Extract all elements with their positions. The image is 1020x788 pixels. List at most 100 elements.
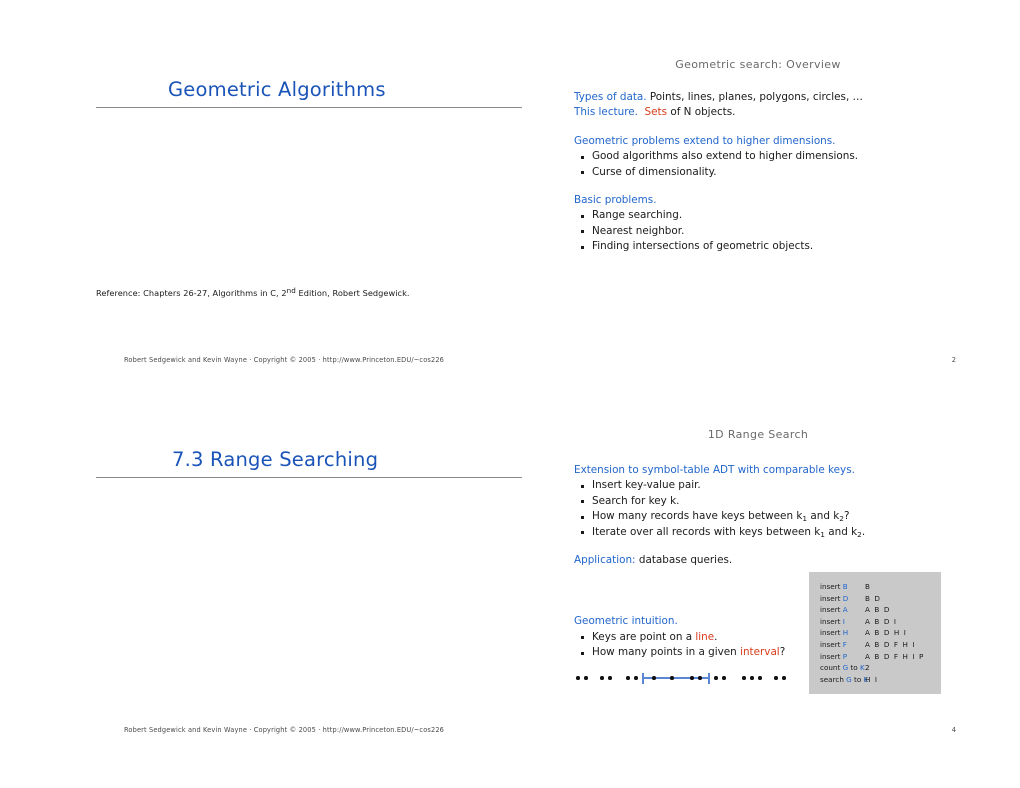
bullet-text: ? (779, 646, 786, 659)
point-outside-interval (774, 676, 778, 680)
types-of-data-line: Types of data. Points, lines, planes, po… (574, 90, 1004, 105)
trace-operation: insert F (809, 639, 865, 651)
point-inside-interval (670, 676, 674, 680)
title-divider (96, 107, 522, 108)
higher-dimensions-bullets: Good algorithms also extend to higher di… (574, 149, 1004, 180)
types-of-data-label: Types of data. (574, 91, 647, 103)
trace-op-key: I (842, 616, 845, 626)
trace-result: B D (865, 593, 882, 603)
table-row: insert I A B D I (809, 616, 941, 628)
point-outside-interval (600, 676, 604, 680)
bullet-text: ? (843, 510, 850, 523)
point-outside-interval (626, 676, 630, 680)
trace-op-key2: K (859, 663, 865, 673)
this-lecture-line: This lecture. Sets of N objects. (574, 105, 1004, 120)
table-row: insert F A B D F H I (809, 639, 941, 651)
page-title: 7.3 Range Searching (172, 448, 379, 471)
slide1-header: Geometric search: Overview (675, 58, 841, 71)
table-row: count G to K 2 (809, 662, 941, 674)
table-row: search G to K H I (809, 674, 941, 686)
point-outside-interval (742, 676, 746, 680)
slide1-page-number: 2 (951, 356, 956, 364)
trace-op-name: count (820, 663, 843, 673)
interval-accent: interval (740, 646, 780, 659)
bullet-text: and k (807, 510, 840, 523)
slide1-left-pane: Geometric Algorithms Reference: Chapters… (56, 30, 522, 374)
extension-adt-heading: Extension to symbol-table ADT with compa… (574, 464, 855, 476)
reference-text-before: Chapters 26-27, Algorithms in C, 2 (140, 288, 287, 298)
point-inside-interval (698, 676, 702, 680)
interval-end-tick (708, 672, 710, 684)
trace-op-name: insert (820, 628, 843, 638)
trace-op-key: H (842, 628, 849, 638)
slide2-title-block: 7.3 Range Searching (96, 448, 522, 478)
trace-operation: insert I (809, 616, 865, 628)
table-row: insert A A B D (809, 604, 941, 616)
bullet-text: . (714, 630, 718, 643)
point-outside-interval (608, 676, 612, 680)
trace-operation: count G to K (809, 662, 865, 674)
list-item: Search for key k. (574, 494, 1004, 509)
subscript: 1 (820, 529, 825, 539)
higher-dimensions-heading: Geometric problems extend to higher dime… (574, 134, 836, 147)
list-item: Range searching. (574, 208, 1004, 223)
handout-page: Geometric Algorithms Reference: Chapters… (0, 0, 1020, 788)
basic-problems-bullets: Range searching. Nearest neighbor. Findi… (574, 208, 1004, 254)
table-row: insert P A B D F H I P (809, 651, 941, 663)
types-of-data-text: Points, lines, planes, polygons, circles… (646, 91, 863, 103)
trace-op-name: insert (820, 605, 843, 615)
trace-op-mid: to (848, 663, 860, 673)
trace-operation: insert P (809, 651, 865, 663)
reference-text-after: Edition, Robert Sedgewick. (295, 288, 410, 298)
trace-operation: insert B (809, 581, 865, 593)
interval-start-tick (642, 672, 644, 684)
list-item: Insert key-value pair. (574, 478, 1004, 493)
trace-op-key: B (842, 582, 848, 591)
slide2-right-pane: 1D Range Search Extension to symbol-tabl… (512, 400, 1004, 744)
point-inside-interval (690, 676, 694, 680)
trace-result: A B D F H I (865, 639, 916, 649)
application-label: Application: (574, 554, 636, 567)
trace-op-key: D (842, 593, 849, 603)
slide2-header: 1D Range Search (707, 428, 809, 441)
trace-result: A B D F H I P (865, 651, 925, 661)
trace-operation: search G to K (809, 674, 868, 686)
page-title: Geometric Algorithms (168, 78, 386, 101)
point-outside-interval (576, 676, 580, 680)
subscript: 2 (839, 514, 844, 524)
trace-operation: insert D (809, 593, 865, 605)
subscript: 1 (802, 514, 808, 524)
point-outside-interval (782, 676, 786, 680)
trace-operation: insert H (809, 627, 865, 639)
this-lecture-label: This lecture. (574, 106, 638, 119)
reference-label: Reference: (96, 288, 141, 298)
trace-op-key: P (842, 651, 848, 661)
trace-op-name: insert (820, 593, 843, 603)
slide-range-searching: 7.3 Range Searching Robert Sedgewick and… (0, 400, 1020, 744)
trace-result: 2 (865, 663, 871, 673)
trace-op-name: insert (820, 582, 843, 591)
bullet-text: and k (824, 525, 858, 538)
trace-op-name: search (820, 674, 847, 684)
point-outside-interval (584, 676, 588, 680)
trace-result: A B D H I (865, 628, 907, 638)
line-accent: line (695, 630, 715, 643)
slide2-page-number: 4 (951, 726, 956, 734)
reference-superscript: nd (286, 285, 296, 295)
bullet-text: Keys are point on a (592, 630, 696, 643)
trace-result: A B D (865, 605, 891, 615)
table-row: insert D B D (809, 593, 941, 605)
range-search-trace-table: insert B B insert D B D insert A A B D i… (809, 572, 941, 695)
sets-accent: Sets (644, 106, 668, 119)
list-item: Finding intersections of geometric objec… (574, 239, 1004, 254)
slide2-footer: Robert Sedgewick and Kevin Wayne · Copyr… (124, 726, 445, 734)
trace-result: H I (865, 674, 879, 684)
table-row: insert B B (809, 581, 941, 593)
title-divider (96, 477, 522, 478)
point-inside-interval (652, 676, 656, 680)
point-outside-interval (750, 676, 754, 680)
bullet-text: Iterate over all records with keys betwe… (592, 525, 821, 538)
point-outside-interval (634, 676, 638, 680)
